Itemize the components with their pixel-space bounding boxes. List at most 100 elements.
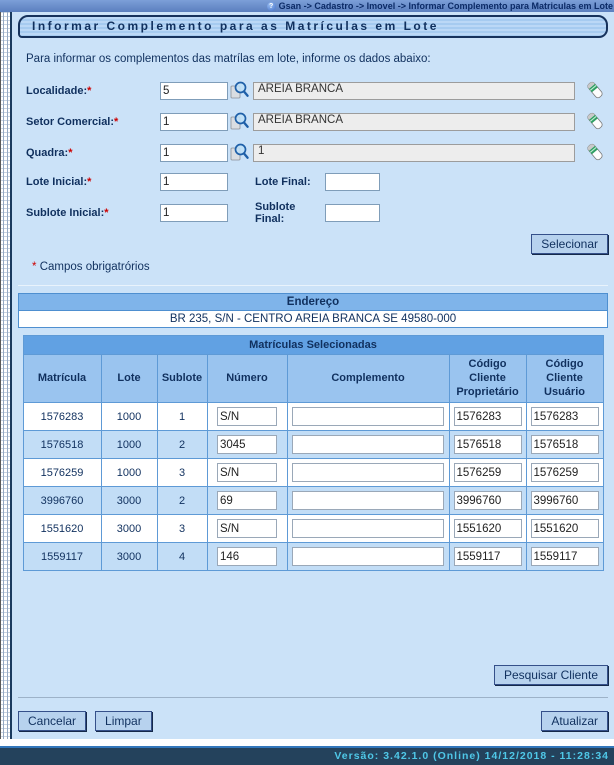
- lote-cell: 1000: [101, 403, 157, 431]
- localidade-name-field: AREIA BRANCA: [253, 82, 575, 100]
- col-lote: Lote: [101, 355, 157, 403]
- cod-usuario-input[interactable]: [531, 519, 599, 538]
- quadra-row: Quadra:* 1: [18, 142, 608, 163]
- matricula-cell: 1559117: [23, 543, 101, 571]
- magnifier-icon: [229, 142, 250, 163]
- setor-comercial-name-field: AREIA BRANCA: [253, 113, 575, 131]
- matriculas-column-headers: Matrícula Lote Sublote Número Complement…: [23, 355, 603, 403]
- lote-final-label: Lote Final:: [255, 176, 325, 188]
- numero-input[interactable]: [217, 407, 277, 426]
- cod-proprietario-input[interactable]: [454, 547, 522, 566]
- col-cod-proprietario: Código Cliente Proprietário: [449, 355, 526, 403]
- numero-input[interactable]: [217, 491, 277, 510]
- matricula-cell: 1551620: [23, 515, 101, 543]
- lote-cell: 1000: [101, 459, 157, 487]
- eraser-icon: [585, 142, 605, 163]
- intro-text: Para informar os complementos das matríl…: [26, 53, 608, 65]
- col-complemento: Complemento: [287, 355, 449, 403]
- cancelar-button[interactable]: Cancelar: [18, 711, 86, 731]
- limpar-button[interactable]: Limpar: [95, 711, 152, 731]
- setor-comercial-label: Setor Comercial:*: [26, 116, 160, 128]
- col-sublote: Sublote: [157, 355, 207, 403]
- endereco-value: BR 235, S/N - CENTRO AREIA BRANCA SE 495…: [19, 310, 607, 327]
- lote-cell: 3000: [101, 543, 157, 571]
- cod-usuario-input[interactable]: [531, 435, 599, 454]
- lote-inicial-label: Lote Inicial:*: [26, 176, 160, 188]
- lote-row: Lote Inicial:* Lote Final:: [18, 173, 608, 191]
- complemento-input[interactable]: [292, 491, 444, 510]
- quadra-clear-button[interactable]: [584, 142, 605, 163]
- required-fields-note: * Campos obrigatrórios: [32, 261, 608, 273]
- localidade-row: Localidade:* AREIA BRANCA: [18, 80, 608, 101]
- matriculas-header: Matrículas Selecionadas: [23, 336, 603, 355]
- complemento-input[interactable]: [292, 547, 444, 566]
- quadra-code-input[interactable]: [160, 144, 228, 162]
- localidade-code-input[interactable]: [160, 82, 228, 100]
- complemento-input[interactable]: [292, 407, 444, 426]
- atualizar-button[interactable]: Atualizar: [541, 711, 608, 731]
- cod-proprietario-input[interactable]: [454, 435, 522, 454]
- numero-input[interactable]: [217, 463, 277, 482]
- lote-cell: 3000: [101, 515, 157, 543]
- cod-proprietario-input[interactable]: [454, 519, 522, 538]
- matricula-cell: 3996760: [23, 487, 101, 515]
- lote-inicial-input[interactable]: [160, 173, 228, 191]
- quadra-label: Quadra:*: [26, 147, 160, 159]
- complemento-input[interactable]: [292, 435, 444, 454]
- table-row: 1576283 1000 1: [23, 403, 603, 431]
- eraser-icon: [585, 80, 605, 101]
- table-row: 1559117 3000 4: [23, 543, 603, 571]
- lote-final-input[interactable]: [325, 173, 380, 191]
- cod-usuario-input[interactable]: [531, 547, 599, 566]
- selecionar-button[interactable]: Selecionar: [531, 234, 608, 254]
- table-row: 1576518 1000 2: [23, 431, 603, 459]
- sublote-inicial-input[interactable]: [160, 204, 228, 222]
- cod-proprietario-input[interactable]: [454, 407, 522, 426]
- complemento-input[interactable]: [292, 519, 444, 538]
- lote-cell: 3000: [101, 487, 157, 515]
- complemento-input[interactable]: [292, 463, 444, 482]
- table-row: 3996760 3000 2: [23, 487, 603, 515]
- section-divider: [18, 285, 608, 286]
- sublote-cell: 3: [157, 459, 207, 487]
- left-decorative-strip: [0, 12, 10, 739]
- sublote-cell: 1: [157, 403, 207, 431]
- cod-usuario-input[interactable]: [531, 407, 599, 426]
- cod-usuario-input[interactable]: [531, 491, 599, 510]
- setor-comercial-row: Setor Comercial:* AREIA BRANCA: [18, 111, 608, 132]
- col-matricula: Matrícula: [23, 355, 101, 403]
- breadcrumb-text: Gsan -> Cadastro -> Imovel -> Informar C…: [279, 1, 613, 11]
- col-numero: Número: [207, 355, 287, 403]
- pesquisar-cliente-button[interactable]: Pesquisar Cliente: [494, 665, 608, 685]
- setor-comercial-clear-button[interactable]: [584, 111, 605, 132]
- matriculas-table: Matrículas Selecionadas Matrícula Lote S…: [23, 335, 604, 571]
- numero-input[interactable]: [217, 435, 277, 454]
- localidade-clear-button[interactable]: [584, 80, 605, 101]
- numero-input[interactable]: [217, 519, 277, 538]
- lote-cell: 1000: [101, 431, 157, 459]
- sublote-cell: 2: [157, 431, 207, 459]
- setor-comercial-code-input[interactable]: [160, 113, 228, 131]
- numero-input[interactable]: [217, 547, 277, 566]
- help-icon[interactable]: ?: [267, 2, 276, 11]
- version-footer: Versão: 3.42.1.0 (Online) 14/12/2018 - 1…: [0, 748, 614, 765]
- sublote-cell: 2: [157, 487, 207, 515]
- sublote-cell: 3: [157, 515, 207, 543]
- sublote-final-label: Sublote Final:: [255, 201, 325, 225]
- localidade-label: Localidade:*: [26, 85, 160, 97]
- endereco-table: Endereço BR 235, S/N - CENTRO AREIA BRAN…: [18, 293, 608, 328]
- table-row: 1551620 3000 3: [23, 515, 603, 543]
- bottom-divider: [18, 697, 608, 698]
- sublote-final-input[interactable]: [325, 204, 380, 222]
- page-title: Informar Complemento para as Matrículas …: [18, 15, 608, 38]
- cod-proprietario-input[interactable]: [454, 463, 522, 482]
- footer-gap: [0, 739, 614, 746]
- quadra-name-field: 1: [253, 144, 575, 162]
- localidade-search-button[interactable]: [229, 80, 250, 101]
- setor-comercial-search-button[interactable]: [229, 111, 250, 132]
- sublote-cell: 4: [157, 543, 207, 571]
- cod-usuario-input[interactable]: [531, 463, 599, 482]
- quadra-search-button[interactable]: [229, 142, 250, 163]
- cod-proprietario-input[interactable]: [454, 491, 522, 510]
- endereco-header: Endereço: [19, 294, 607, 310]
